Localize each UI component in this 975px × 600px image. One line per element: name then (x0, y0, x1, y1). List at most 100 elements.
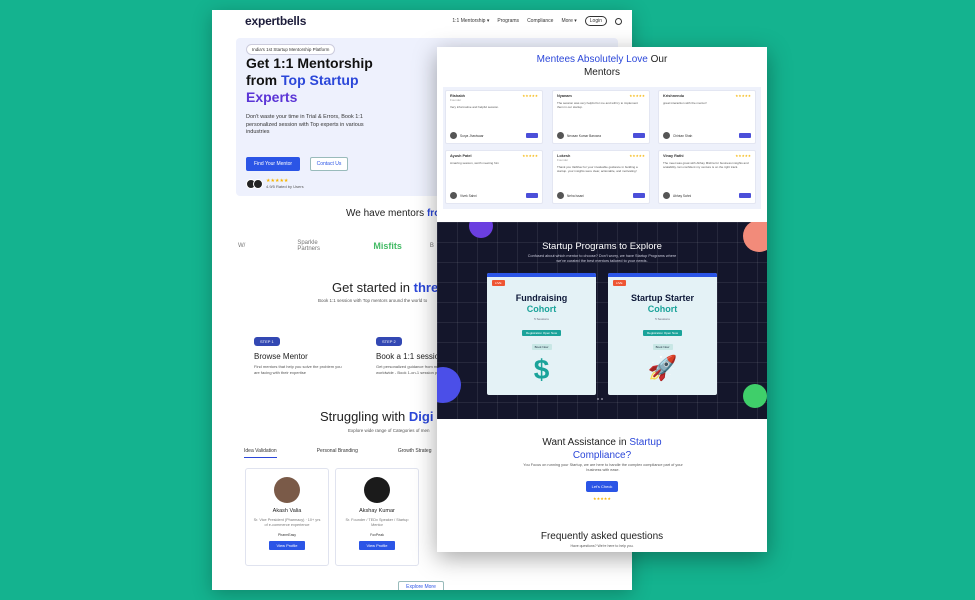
mentor-photo (364, 477, 390, 503)
testimonial-footer: Chintan Shah (663, 132, 751, 139)
star-icons: ★★★★★ (593, 496, 611, 501)
struggling-text: Struggling with (320, 409, 409, 424)
testimonial-text: great interaction with the mentor! (663, 101, 707, 105)
step-badge: STEP 1 (254, 337, 280, 346)
book-now-button[interactable]: Book Now (652, 344, 673, 350)
step-description: Find mentors that help you solve the pro… (254, 364, 342, 375)
testimonials-heading-our: Our (647, 54, 668, 65)
partner-logo: B (429, 243, 434, 249)
struggling-heading: Struggling with Digi (320, 409, 433, 424)
top-nav: expertbells 1:1 Mentorship ▾ Programs Co… (212, 10, 632, 32)
nav-programs[interactable]: Programs (497, 18, 519, 24)
tab-growth-strategy[interactable]: Growth Strateg (398, 448, 432, 458)
testimonial-footer: Surya Jhaviwaar (450, 132, 538, 139)
hero-badge: India's 1st Startup Mentorship Platform (246, 44, 336, 55)
carousel-dot[interactable] (601, 398, 603, 400)
testimonial-footer: Abhay Sahni (663, 192, 751, 199)
testimonials-heading-mentors: Mentors (583, 67, 621, 78)
star-icons: ★★★★★ (735, 94, 751, 98)
mentor-name: Vivek Sahni (460, 193, 477, 198)
homepage-screenshot-front: Mentees Absolutely Love Our Mentors Rish… (437, 47, 767, 552)
live-badge: LIVE (613, 280, 626, 286)
login-button[interactable]: Login (584, 16, 607, 26)
avatar (253, 178, 263, 189)
testimonial-footer: Neha Issani (557, 192, 645, 199)
lets-check-button[interactable]: Let's Check (586, 481, 618, 492)
compliance-heading-line-2: Compliance? (572, 450, 632, 461)
mentors-from-text: We have mentors (346, 208, 427, 219)
hero-title: Get 1:1 Mentorship from Top Startup Expe… (246, 55, 426, 106)
compliance-heading: Want Assistance in Startup Compliance? (437, 436, 767, 462)
view-profile-button[interactable]: View Profile (269, 541, 305, 550)
profile-button[interactable] (526, 193, 538, 198)
carousel-dots[interactable] (597, 398, 603, 400)
star-icons: ★★★★★ (522, 94, 538, 98)
program-card[interactable]: LIVE Startup Starter Cohort 5 Sessions R… (608, 273, 717, 395)
star-icons: ★★★★★ (735, 154, 751, 158)
dollar-icon: $ (533, 354, 550, 385)
testimonial-text: Thank you Vaibhav for your invaluable gu… (557, 165, 638, 173)
hero-title-line-2: from Top Startup (246, 72, 426, 89)
testimonial-card: Krishnendu ★★★★★ great interaction with … (658, 90, 756, 144)
partner-logo: W/ (238, 243, 246, 249)
testimonial-card: Nyanam ★★★★★ The session was very helpfu… (552, 90, 650, 144)
program-sessions: 5 Sessions (655, 317, 670, 321)
hero-title-line-1: Get 1:1 Mentorship (246, 55, 373, 71)
tab-idea-validation[interactable]: Idea Validation (244, 448, 277, 458)
rating-block: ★★★★★ 4.9/5 Rated by Users (266, 178, 304, 189)
profile-button[interactable] (739, 193, 751, 198)
get-started-highlight: thre (413, 280, 439, 295)
tab-personal-branding[interactable]: Personal Branding (317, 448, 358, 458)
step-badge: STEP 2 (376, 337, 402, 346)
mentors-from-heading: We have mentors from (346, 208, 449, 219)
program-title: Startup Starter (630, 293, 694, 303)
hero-subtitle: Don't waste your time in Trial & Errors,… (246, 114, 364, 135)
logo[interactable]: expertbells (245, 14, 306, 28)
nav-mentorship[interactable]: 1:1 Mentorship ▾ (452, 18, 489, 24)
carousel-dot[interactable] (597, 398, 599, 400)
explore-more-button[interactable]: Explore More (398, 581, 444, 590)
find-mentor-button[interactable]: Find Your Mentor (246, 157, 300, 171)
struggling-highlight: Digi (408, 409, 434, 424)
mentor-card: Akshay Kumar Sr. Founder / TEDx Speaker … (335, 468, 419, 566)
search-icon[interactable] (615, 17, 622, 25)
contact-us-button[interactable]: Contact Us (310, 157, 348, 171)
testimonial-card: Rishabh Founder ★★★★★ Very informative a… (445, 90, 543, 144)
mentor-name: Surya Jhaviwaar (460, 133, 484, 138)
compliance-heading-text: Want Assistance in (542, 437, 630, 448)
get-started-subtitle: Book 1:1 session with Top mentors around… (318, 298, 428, 303)
hero-title-from: from (246, 72, 281, 88)
profile-button[interactable] (739, 133, 751, 138)
program-tag: Registration Open Now (642, 330, 682, 336)
book-now-button[interactable]: Book Now (531, 344, 552, 350)
mentor-photo (274, 477, 300, 503)
avatar (663, 192, 670, 199)
mentor-name: Abhay Sahni (673, 193, 692, 198)
view-profile-button[interactable]: View Profile (359, 541, 395, 550)
profile-button[interactable] (633, 193, 645, 198)
program-subtitle: Cohort (526, 304, 557, 314)
card-accent (487, 273, 596, 277)
category-tabs: Idea Validation Personal Branding Growth… (244, 448, 432, 458)
avatar (450, 132, 457, 139)
mentor-role: Sr. Founder / TEDx Speaker / Startup Men… (345, 518, 409, 527)
nav-more[interactable]: More ▾ (561, 18, 576, 24)
profile-button[interactable] (526, 133, 538, 138)
get-started-heading: Get started in thre (332, 280, 438, 295)
profile-button[interactable] (633, 133, 645, 138)
nav-compliance[interactable]: Compliance (527, 18, 553, 24)
partner-logo: Sparkle Partners (297, 240, 321, 252)
rocket-icon: 🚀 (647, 355, 678, 382)
programs-title: Startup Programs to Explore (542, 241, 662, 252)
mentor-name: Akash Valia (272, 508, 302, 514)
compliance-heading-highlight: Startup (629, 437, 662, 448)
card-accent (608, 273, 717, 277)
programs-subtitle: Confused about which mentor to choose? D… (527, 254, 677, 263)
testimonial-role: Founder (450, 98, 462, 102)
avatar (557, 132, 564, 139)
live-badge: LIVE (492, 280, 505, 286)
testimonial-text: The session was very helpful for me and … (557, 101, 638, 109)
program-card[interactable]: LIVE Fundraising Cohort 5 Sessions Regis… (487, 273, 596, 395)
faq-subtitle: Have questions? We're here to help you. (570, 544, 634, 548)
testimonial-card: Ayush Patel ★★★★★ Amazing session, worth… (445, 150, 543, 204)
